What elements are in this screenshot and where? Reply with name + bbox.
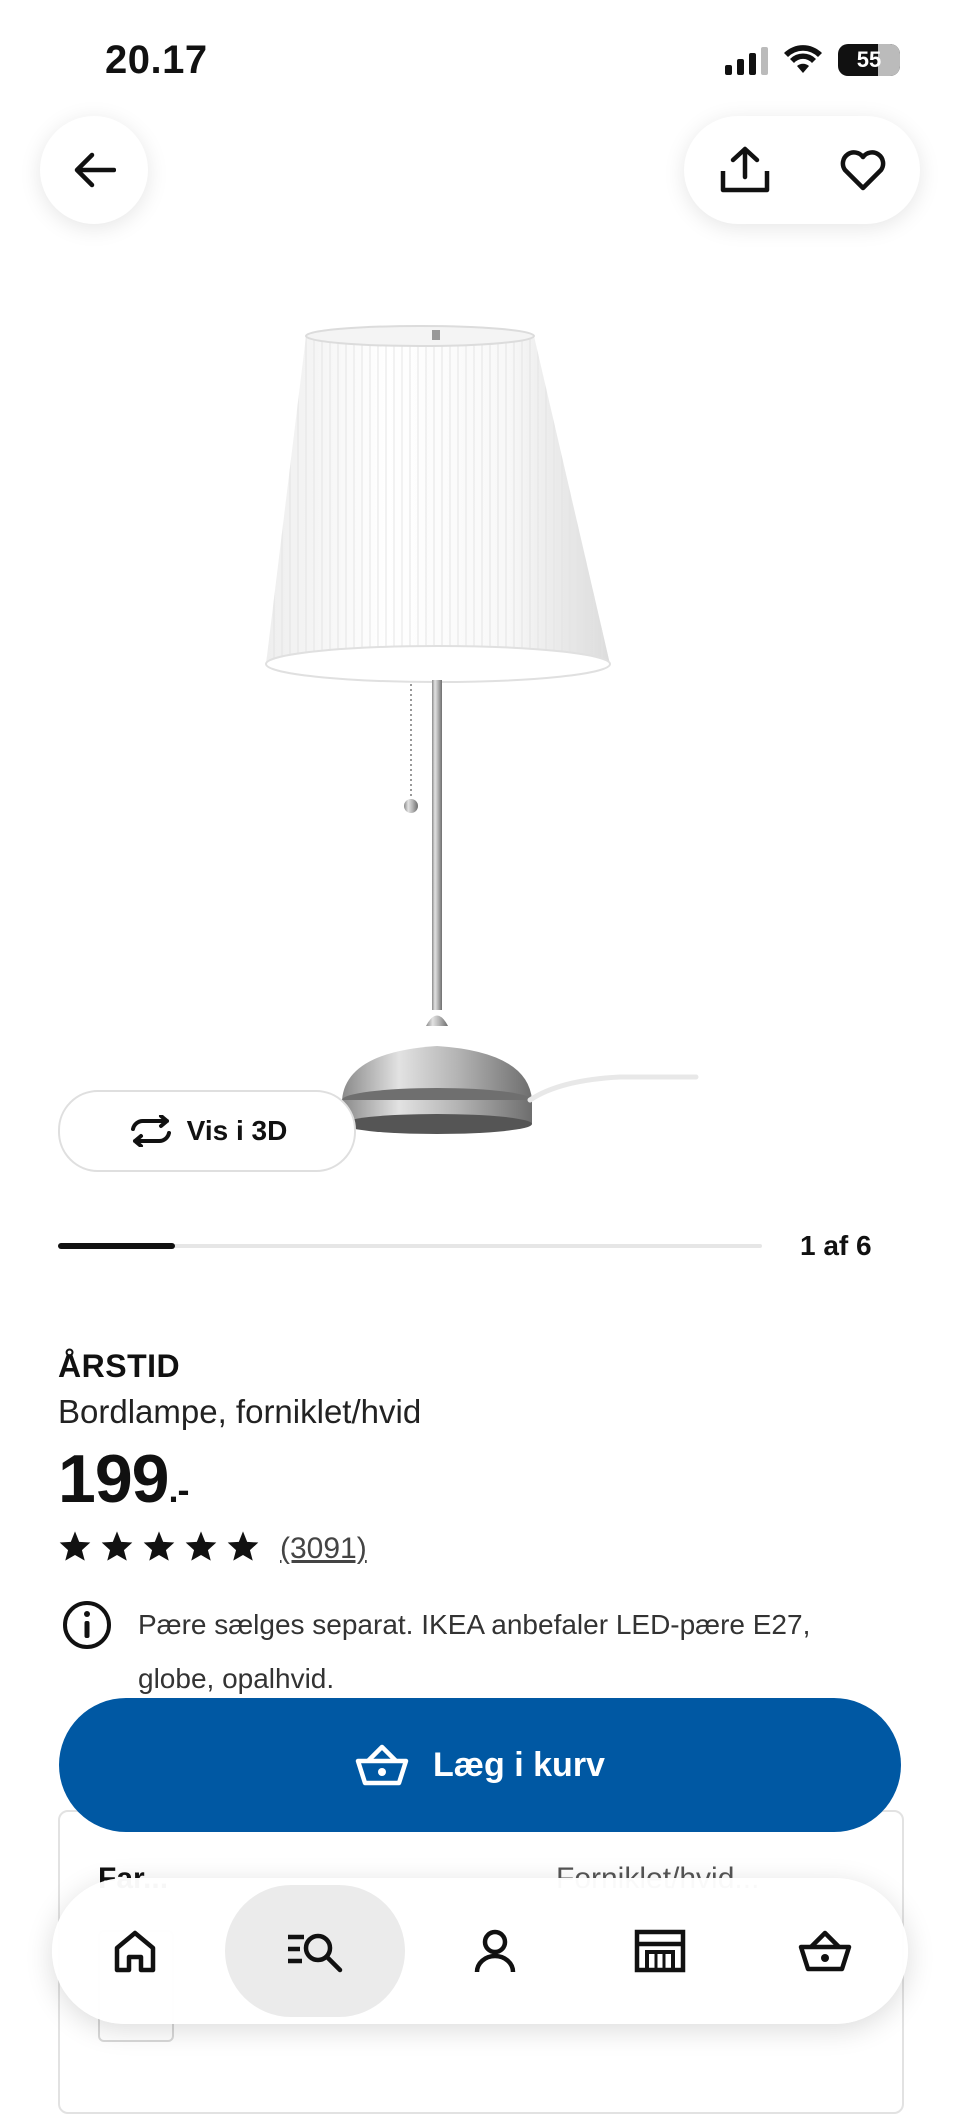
battery-level: 55 [856, 47, 882, 72]
nav-search[interactable] [224, 1885, 405, 2017]
profile-icon [474, 1929, 516, 1973]
star-icon [59, 1531, 91, 1561]
status-time: 20.17 [105, 38, 208, 82]
cellular-signal-icon [725, 45, 768, 75]
battery-icon: 55 [838, 44, 900, 76]
add-to-cart-label: Læg i kurv [433, 1745, 605, 1784]
nav-stores[interactable] [585, 1891, 735, 2011]
share-icon [720, 146, 769, 193]
star-icon [227, 1531, 259, 1561]
carousel-page-counter: 1 af 6 [800, 1230, 872, 1261]
bottom-navigation [52, 1878, 908, 2024]
back-button[interactable] [40, 116, 148, 224]
arrow-left-icon [74, 152, 116, 188]
price-suffix: .- [168, 1469, 189, 1510]
product-image[interactable] [230, 300, 730, 1180]
review-count-link[interactable]: (3091) [280, 1532, 367, 1566]
rotate-3d-icon [130, 1115, 171, 1147]
nav-home[interactable] [60, 1891, 210, 2011]
wifi-icon [784, 45, 822, 73]
star-icon [101, 1531, 133, 1561]
bulb-notice: Pære sælges separat. IKEA anbefaler LED-… [138, 1609, 811, 1694]
carousel-progress-fill [58, 1243, 175, 1249]
product-name: ÅRSTID [58, 1348, 181, 1384]
heart-icon [840, 150, 885, 191]
search-list-icon [287, 1933, 343, 1973]
nav-profile[interactable] [420, 1891, 570, 2011]
info-icon [63, 1601, 111, 1649]
top-actions [684, 116, 920, 224]
basket-icon [799, 1930, 852, 1972]
store-icon [634, 1929, 686, 1973]
favorite-button[interactable] [840, 149, 886, 191]
view-3d-button[interactable]: Vis i 3D [58, 1090, 356, 1172]
product-price: 199.- [58, 1440, 189, 1518]
home-icon [114, 1930, 155, 1973]
price-value: 199 [58, 1441, 169, 1517]
view-3d-label: Vis i 3D [186, 1115, 288, 1146]
status-icons: 55 [725, 44, 900, 76]
rating-stars[interactable] [58, 1530, 260, 1562]
nav-basket[interactable] [750, 1891, 900, 2011]
basket-icon [355, 1744, 409, 1786]
share-button[interactable] [719, 145, 771, 195]
add-to-cart-button[interactable]: Læg i kurv [59, 1698, 901, 1832]
product-description: Bordlampe, forniklet/hvid [58, 1393, 422, 1430]
star-icon [143, 1531, 175, 1561]
star-icon [185, 1531, 217, 1561]
